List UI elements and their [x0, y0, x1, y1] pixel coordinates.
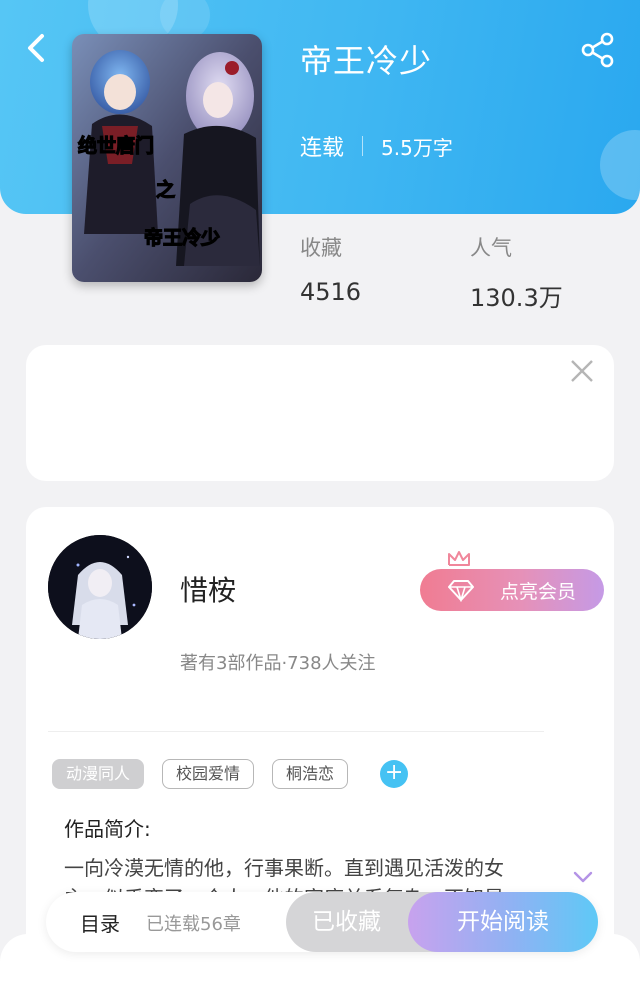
author-meta: 著有3部作品·738人关注 [180, 653, 376, 674]
book-title: 帝王冷少 [300, 42, 433, 80]
book-cover[interactable]: 绝世唐门 之 帝王冷少 [72, 34, 262, 282]
author-name[interactable]: 惜桉 [180, 569, 236, 609]
favorites-value: 4516 [300, 278, 362, 306]
share-icon [581, 32, 614, 68]
cover-title-line2: 之 [156, 178, 175, 201]
vip-label: 点亮会员 [499, 580, 576, 603]
back-arrow-icon [28, 34, 44, 62]
status-divider [362, 136, 364, 156]
serial-status: 连载 [300, 136, 345, 161]
add-tag-button[interactable]: + [380, 760, 409, 788]
cover-illustration: 绝世唐门 之 帝王冷少 [72, 34, 262, 282]
author-avatar[interactable] [48, 535, 152, 639]
favorites-stat: 收藏 4516 [300, 232, 361, 306]
tag-item[interactable]: 桐浩恋 [272, 759, 349, 789]
cover-title-line1: 绝世唐门 [78, 134, 154, 157]
share-button[interactable] [578, 30, 618, 70]
popularity-stat: 人气 130.3万 [470, 232, 563, 313]
section-divider [48, 731, 544, 732]
tag-list: 动漫同人 校园爱情 桐浩恋 + [52, 759, 409, 789]
chapter-count: 已连载56章 [146, 914, 241, 935]
popularity-label: 人气 [470, 236, 512, 260]
word-count: 5.5万字 [381, 135, 453, 160]
toc-button[interactable]: 目录 [80, 908, 120, 937]
avatar-image [48, 535, 152, 639]
diamond-icon [448, 580, 474, 602]
plus-icon: + [384, 760, 404, 785]
ad-card [26, 345, 614, 481]
decor-bubble [600, 130, 640, 200]
bottom-action-bar: 目录 已连载56章 已收藏 开始阅读 [46, 892, 598, 952]
tag-item[interactable]: 动漫同人 [52, 759, 145, 789]
ad-close-button[interactable] [568, 357, 596, 385]
start-reading-button[interactable]: 开始阅读 [408, 892, 598, 952]
intro-title: 作品简介: [64, 817, 151, 841]
favorites-label: 收藏 [300, 236, 342, 260]
tag-item[interactable]: 校园爱情 [162, 759, 255, 789]
popularity-value: 130.3万 [470, 284, 563, 312]
back-button[interactable] [20, 28, 56, 68]
vip-button[interactable]: 点亮会员 [420, 569, 604, 611]
crown-icon [448, 551, 470, 566]
cover-title-line3: 帝王冷少 [144, 226, 220, 249]
chevron-down-icon [573, 871, 593, 883]
book-status-row: 连载 5.5万字 [300, 130, 453, 162]
close-icon [571, 360, 593, 382]
expand-intro-button[interactable] [572, 869, 594, 885]
